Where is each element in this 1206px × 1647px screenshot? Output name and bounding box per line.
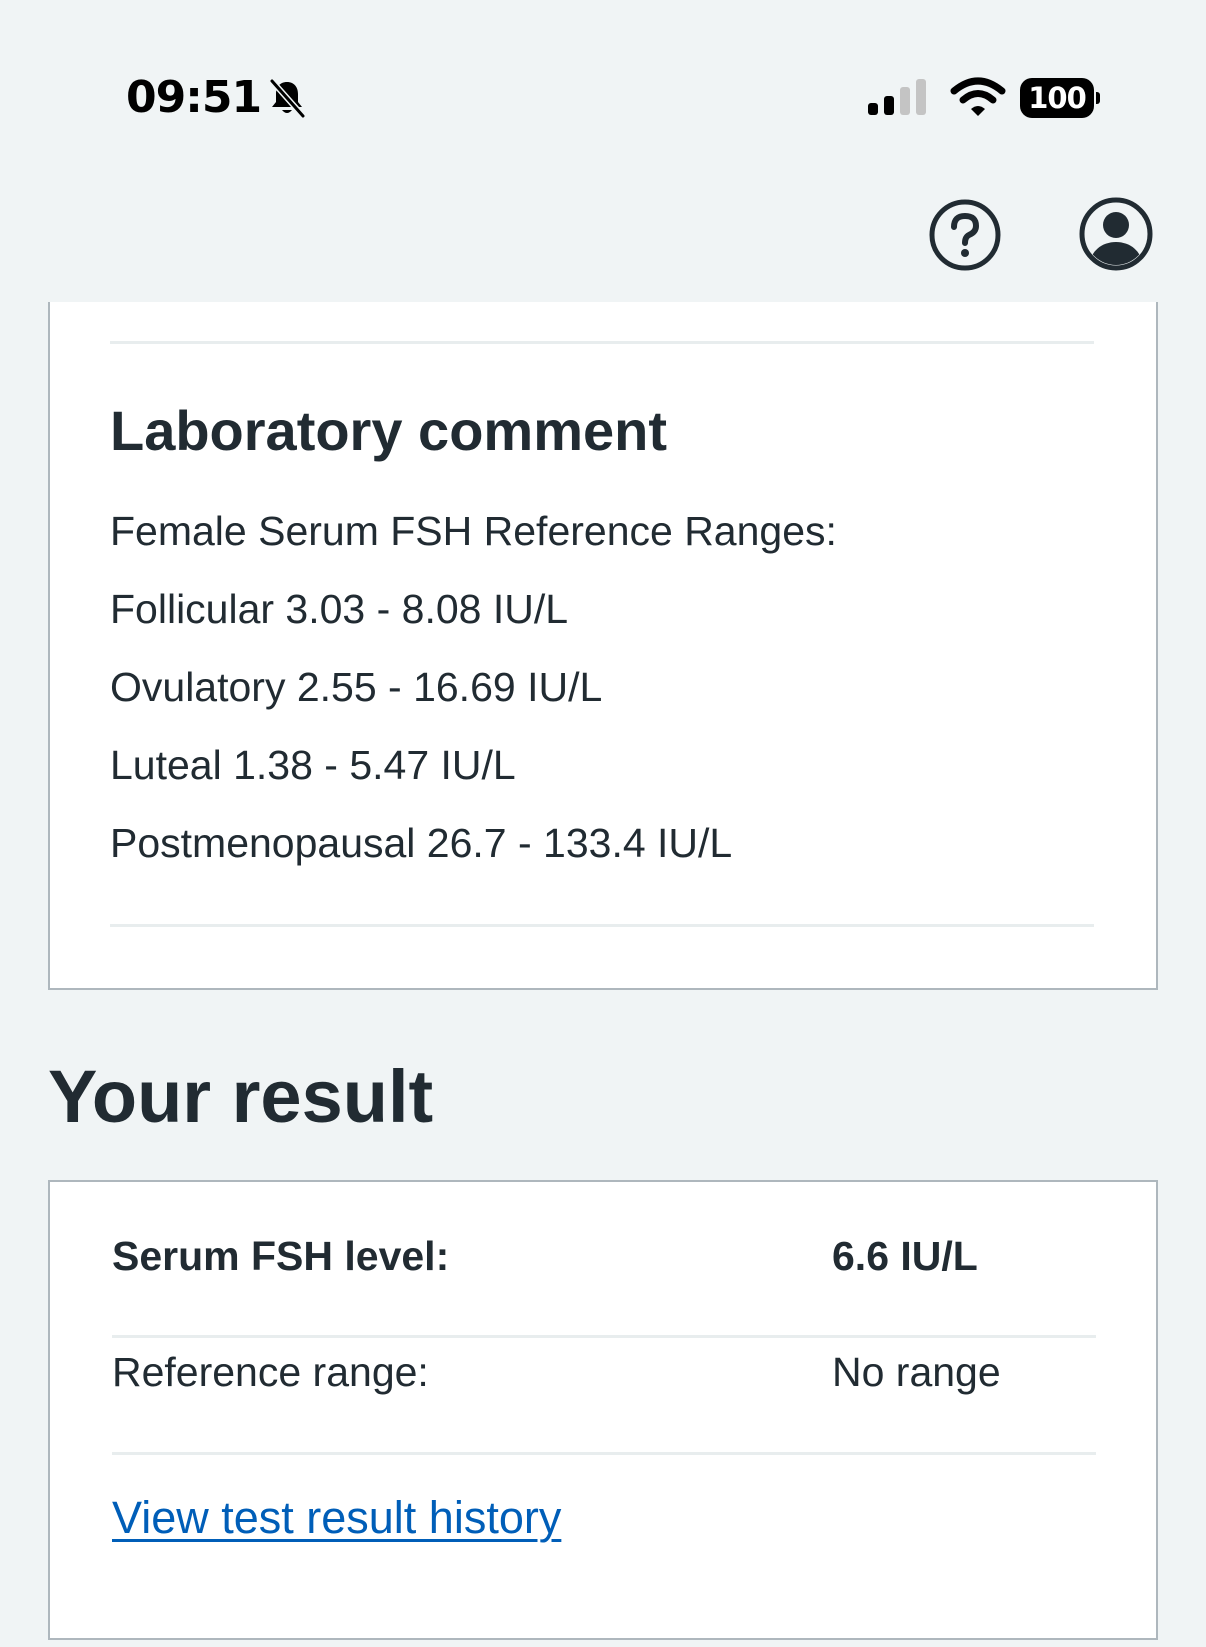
help-button[interactable] bbox=[928, 198, 1002, 272]
reference-range-label: Reference range: bbox=[112, 1349, 429, 1395]
result-row-divider bbox=[112, 1452, 1096, 1455]
status-indicators: 100 bbox=[868, 74, 1100, 122]
status-time: 09:51 bbox=[126, 72, 262, 123]
wifi-icon bbox=[950, 77, 1006, 116]
battery-tip bbox=[1096, 92, 1100, 104]
serum-fsh-value: 6.6 IU/L bbox=[832, 1233, 978, 1279]
view-history-link[interactable]: View test result history bbox=[112, 1490, 561, 1546]
lab-comment-line: Luteal 1.38 - 5.47 IU/L bbox=[110, 742, 516, 788]
screen: 09:51 100 Laboratory comment Female Seru… bbox=[0, 0, 1206, 1647]
lab-bottom-divider bbox=[110, 924, 1094, 927]
serum-fsh-label: Serum FSH level: bbox=[112, 1233, 450, 1279]
lab-comment-title: Laboratory comment bbox=[110, 399, 667, 462]
battery-level: 100 bbox=[1020, 78, 1094, 118]
app-header bbox=[0, 160, 1206, 302]
lab-comment-line: Female Serum FSH Reference Ranges: bbox=[110, 508, 837, 554]
bell-slash-icon bbox=[265, 76, 309, 120]
help-icon bbox=[929, 199, 1001, 271]
reference-range-value: No range bbox=[832, 1349, 1001, 1395]
result-card: Serum FSH level: 6.6 IU/L Reference rang… bbox=[48, 1180, 1158, 1640]
result-heading: Your result bbox=[48, 1055, 434, 1138]
cellular-signal-icon bbox=[868, 79, 926, 115]
lab-comment-line: Follicular 3.03 - 8.08 IU/L bbox=[110, 586, 569, 632]
lab-comment-line: Postmenopausal 26.7 - 133.4 IU/L bbox=[110, 820, 733, 866]
status-bar: 09:51 100 bbox=[0, 0, 1206, 160]
lab-comment-line: Ovulatory 2.55 - 16.69 IU/L bbox=[110, 664, 603, 710]
lab-top-divider bbox=[110, 341, 1094, 344]
account-button[interactable] bbox=[1078, 196, 1154, 272]
status-time-group: 09:51 bbox=[126, 70, 309, 126]
account-icon bbox=[1079, 197, 1153, 271]
result-row-divider bbox=[112, 1335, 1096, 1338]
battery-icon: 100 bbox=[1020, 78, 1100, 118]
